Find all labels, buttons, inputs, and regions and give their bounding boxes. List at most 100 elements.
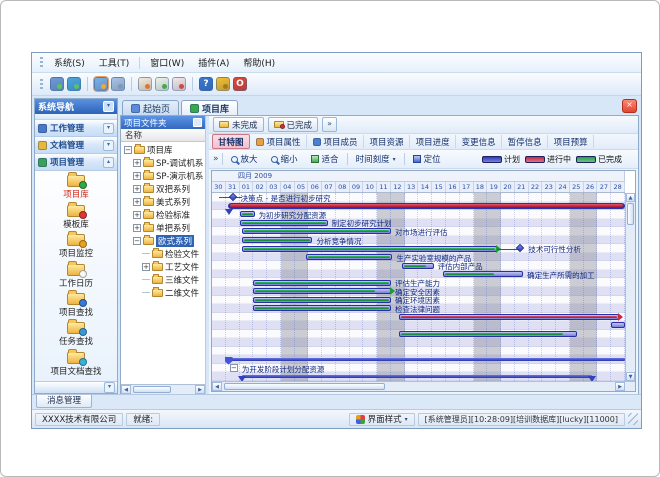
tree-row[interactable]: +工艺文件 bbox=[121, 260, 205, 273]
gantt-summary-bar[interactable] bbox=[228, 203, 625, 209]
tree-row[interactable]: +美式系列 bbox=[121, 195, 205, 208]
gantt-locate-button[interactable]: 定位 bbox=[408, 151, 446, 167]
tree-row[interactable]: 检验文件 bbox=[121, 247, 205, 260]
lock-icon[interactable] bbox=[216, 77, 230, 91]
chevron-icon[interactable]: ▾ bbox=[103, 123, 114, 134]
gantt-task-bar[interactable] bbox=[399, 314, 619, 320]
gantt-task-bar[interactable] bbox=[306, 254, 393, 260]
report-green-icon[interactable] bbox=[155, 77, 169, 91]
expand-icon[interactable]: + bbox=[133, 185, 141, 193]
gantt-task-bar[interactable] bbox=[240, 211, 255, 217]
gantt-chart[interactable]: 决策点 - 是否进行初步研究为初步研究分配资源制定初步研究计划对市场进行评估分析… bbox=[212, 193, 625, 381]
gantt-fit-button[interactable]: 适合 bbox=[306, 151, 344, 167]
report-orange-icon[interactable] bbox=[138, 77, 152, 91]
gantt-task-bar[interactable] bbox=[242, 237, 312, 243]
scroll-left-icon[interactable]: ◀ bbox=[212, 382, 222, 391]
chevron-down-icon[interactable]: ▾ bbox=[104, 382, 115, 393]
gantt-summary-line[interactable] bbox=[229, 358, 625, 361]
sidebar-item-4[interactable]: 项目查找 bbox=[59, 293, 93, 318]
folder-chart-icon[interactable] bbox=[111, 77, 125, 91]
menu-item-1[interactable]: 工具(T) bbox=[92, 54, 137, 71]
tree-row[interactable]: 三维文件 bbox=[121, 273, 205, 286]
sidebar-collapsed-section[interactable]: ▾ bbox=[35, 381, 117, 393]
tree-scroll-thumb[interactable] bbox=[133, 386, 171, 393]
tree-row[interactable]: +检验标准 bbox=[121, 208, 205, 221]
gantt-task-bar[interactable] bbox=[611, 322, 625, 328]
window-resize-grip[interactable] bbox=[628, 413, 638, 425]
monitor-icon[interactable] bbox=[50, 77, 64, 91]
expand-icon[interactable]: + bbox=[142, 263, 150, 271]
interface-style-button[interactable]: 界面样式 ▾ bbox=[349, 413, 415, 426]
sidebar-item-1[interactable]: 模板库 bbox=[63, 205, 89, 230]
sidebar-item-0[interactable]: 项目库 bbox=[63, 175, 89, 200]
expand-icon[interactable]: + bbox=[133, 211, 141, 219]
menu-item-0[interactable]: 系统(S) bbox=[47, 54, 92, 71]
sidebar-item-5[interactable]: 任务查找 bbox=[59, 322, 93, 347]
sidebar-item-2[interactable]: 项目监控 bbox=[59, 234, 93, 259]
message-management-tab[interactable]: 消息管理 bbox=[36, 395, 92, 408]
stop-icon[interactable]: O bbox=[233, 77, 247, 91]
detail-tab-2[interactable]: 项目成员 bbox=[308, 135, 364, 148]
globe-icon[interactable] bbox=[67, 77, 81, 91]
open-folder-icon[interactable] bbox=[94, 77, 108, 91]
filter-button-1[interactable]: 已完成 bbox=[268, 117, 319, 132]
menubar-grip-handle[interactable] bbox=[40, 57, 43, 68]
expand-icon[interactable]: + bbox=[133, 224, 141, 232]
detail-tab-7[interactable]: 项目预算 bbox=[549, 135, 594, 148]
toolbar-grip-handle[interactable] bbox=[40, 79, 43, 90]
gantt-timescale-button[interactable]: 时间刻度▾ bbox=[351, 151, 401, 167]
scroll-up-icon[interactable]: ▲ bbox=[626, 193, 635, 202]
gantt-task-bar[interactable] bbox=[399, 331, 577, 337]
gantt-horizontal-scrollbar[interactable]: ◀ ▶ bbox=[212, 381, 635, 391]
expand-icon[interactable]: + bbox=[133, 172, 141, 180]
detail-tab-1[interactable]: 项目属性 bbox=[251, 135, 307, 148]
sidebar-item-3[interactable]: 工作日历 bbox=[59, 264, 93, 289]
gantt-task-bar[interactable] bbox=[242, 228, 391, 234]
gantt-task-bar[interactable] bbox=[242, 246, 497, 252]
expand-icon[interactable]: + bbox=[133, 159, 141, 167]
gantt-bracket-bar[interactable] bbox=[242, 375, 592, 378]
gantt-task-bar[interactable] bbox=[443, 271, 523, 277]
collapse-icon[interactable]: − bbox=[133, 237, 141, 245]
gantt-task-bar[interactable] bbox=[240, 220, 328, 226]
sidebar-section-1[interactable]: 文档管理▾ bbox=[35, 137, 117, 154]
gantt-zoom-out-button[interactable]: 缩小 bbox=[266, 151, 303, 167]
filter-button-0[interactable]: 未完成 bbox=[213, 117, 264, 132]
detail-tab-0[interactable]: 甘特图 bbox=[212, 134, 250, 149]
tree-row[interactable]: +SP-演示机系 bbox=[121, 169, 205, 182]
tree-horizontal-scrollbar[interactable]: ◀ ▶ bbox=[121, 384, 205, 394]
sidebar-collapse-button[interactable]: ▾ bbox=[103, 101, 114, 112]
toolbar-overflow-button[interactable]: » bbox=[213, 154, 219, 164]
tree-row[interactable]: +单把系列 bbox=[121, 221, 205, 234]
menu-item-3[interactable]: 插件(A) bbox=[191, 54, 236, 71]
scroll-left-icon[interactable]: ◀ bbox=[121, 385, 131, 394]
chevron-icon[interactable]: ▴ bbox=[103, 157, 114, 168]
gantt-task-bar[interactable] bbox=[253, 305, 391, 311]
detail-tab-6[interactable]: 暂停信息 bbox=[503, 135, 548, 148]
tree-row[interactable]: +SP-调试机系 bbox=[121, 156, 205, 169]
menu-item-2[interactable]: 窗口(W) bbox=[143, 54, 191, 71]
detail-tab-4[interactable]: 项目进度 bbox=[411, 135, 456, 148]
chevron-icon[interactable]: ▾ bbox=[103, 140, 114, 151]
sidebar-item-6[interactable]: 项目文档查找 bbox=[50, 352, 101, 377]
gantt-task-bar[interactable] bbox=[402, 263, 434, 269]
more-filters-button[interactable]: » bbox=[322, 117, 337, 132]
gantt-vertical-scrollbar[interactable]: ▲ ▼ bbox=[625, 193, 635, 381]
gantt-vscroll-thumb[interactable] bbox=[627, 203, 634, 225]
document-tab-1[interactable]: 项目库 bbox=[181, 100, 238, 115]
tree-row[interactable]: −项目库 bbox=[121, 143, 205, 156]
gantt-task-bar[interactable] bbox=[253, 288, 391, 294]
gantt-hscroll-thumb[interactable] bbox=[224, 383, 385, 390]
gantt-task-bar[interactable] bbox=[253, 297, 391, 303]
tree-row[interactable]: −欧式系列 bbox=[121, 234, 205, 247]
detail-tab-3[interactable]: 项目资源 bbox=[365, 135, 410, 148]
expand-icon[interactable]: + bbox=[133, 198, 141, 206]
tree-row[interactable]: +双把系列 bbox=[121, 182, 205, 195]
help-icon[interactable]: ? bbox=[199, 77, 213, 91]
close-tab-button[interactable]: × bbox=[622, 99, 637, 113]
scroll-right-icon[interactable]: ▶ bbox=[195, 385, 205, 394]
detail-tab-5[interactable]: 变更信息 bbox=[457, 135, 502, 148]
scroll-right-icon[interactable]: ▶ bbox=[615, 382, 625, 391]
collapse-icon[interactable]: − bbox=[124, 146, 132, 154]
collapse-icon[interactable]: − bbox=[230, 364, 238, 372]
